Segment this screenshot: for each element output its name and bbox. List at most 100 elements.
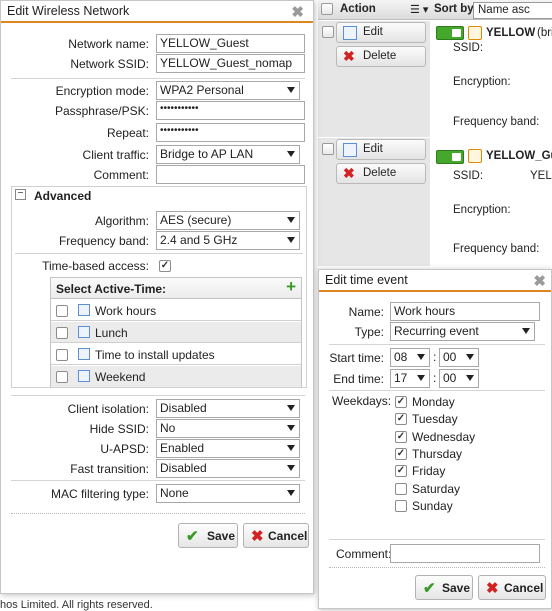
collapse-icon[interactable]: − xyxy=(15,189,26,200)
edit-icon[interactable] xyxy=(78,370,90,382)
select-all-checkbox[interactable] xyxy=(321,3,333,15)
weekday-label: Monday xyxy=(412,395,455,409)
weekday-checkbox[interactable] xyxy=(395,465,407,478)
divider xyxy=(329,567,545,568)
network-mode: (bri xyxy=(537,27,552,39)
edit-wireless-network-dialog: Edit Wireless Network ✖ Network name: YE… xyxy=(0,0,314,594)
list-item[interactable]: Weekend xyxy=(51,366,301,387)
item-checkbox[interactable] xyxy=(56,305,68,317)
end-hour-select[interactable]: 17 xyxy=(390,369,430,388)
frequency-label: Frequency band: xyxy=(453,243,540,255)
frequency-band-select[interactable]: 2.4 and 5 GHz xyxy=(156,231,300,250)
edit-icon[interactable] xyxy=(78,348,90,360)
network-ssid-label: Network SSID: xyxy=(70,57,149,71)
edit-time-event-dialog: Edit time event ✖ Name: Work hours Type:… xyxy=(318,269,552,609)
uapsd-label: U-APSD: xyxy=(100,442,149,456)
weekday-checkbox[interactable] xyxy=(395,430,407,443)
sort-by-label: Sort by: xyxy=(434,3,478,15)
event-comment-label: Comment: xyxy=(336,547,392,561)
client-traffic-label: Client traffic: xyxy=(82,148,149,162)
item-checkbox[interactable] xyxy=(56,349,68,361)
chevron-down-icon xyxy=(287,445,295,451)
item-checkbox[interactable] xyxy=(56,371,68,383)
hide-ssid-value: No xyxy=(160,421,176,435)
edit-icon[interactable] xyxy=(78,304,90,316)
sort-select-value: Name asc xyxy=(478,4,530,16)
weekday-checkbox[interactable] xyxy=(395,482,407,495)
encryption-mode-select[interactable]: WPA2 Personal xyxy=(156,81,300,100)
time-based-access-checkbox[interactable] xyxy=(159,260,171,272)
chevron-down-icon xyxy=(287,151,295,157)
cancel-button[interactable]: ✖ Cancel xyxy=(243,523,309,548)
fast-transition-label: Fast transition: xyxy=(70,462,149,476)
start-minute-value: 00 xyxy=(443,350,457,364)
repeat-label: Repeat: xyxy=(106,126,149,140)
delete-button[interactable]: ✖ Delete xyxy=(336,163,426,184)
repeat-passphrase-input[interactable]: ••••••••••• xyxy=(156,123,305,142)
event-name-input[interactable]: Work hours xyxy=(390,302,540,321)
cancel-button[interactable]: ✖ Cancel xyxy=(478,575,546,600)
network-name: YELLOW_Gu xyxy=(486,150,552,162)
row-checkbox[interactable] xyxy=(322,143,334,155)
event-comment-input[interactable] xyxy=(390,544,540,563)
start-minute-select[interactable]: 00 xyxy=(439,348,479,367)
end-minute-select[interactable]: 00 xyxy=(439,369,479,388)
event-type-select[interactable]: Recurring event xyxy=(390,322,535,341)
network-name-input[interactable]: YELLOW_Guest xyxy=(156,34,305,53)
enable-toggle[interactable] xyxy=(436,150,464,164)
frequency-band-value: 2.4 and 5 GHz xyxy=(160,233,238,247)
algorithm-value: AES (secure) xyxy=(160,213,232,227)
mac-filtering-value: None xyxy=(160,486,189,500)
edit-button[interactable]: Edit xyxy=(336,139,426,160)
sort-select[interactable]: Name asc xyxy=(473,2,552,19)
enable-toggle[interactable] xyxy=(436,26,464,40)
mac-filtering-select[interactable]: None xyxy=(156,484,300,503)
close-icon[interactable]: ✖ xyxy=(533,272,546,290)
divider xyxy=(329,344,545,345)
start-hour-select[interactable]: 08 xyxy=(390,348,430,367)
chevron-down-icon xyxy=(522,328,530,334)
hide-ssid-select[interactable]: No xyxy=(156,419,300,438)
item-checkbox[interactable] xyxy=(56,327,68,339)
fast-transition-select[interactable]: Disabled xyxy=(156,459,300,478)
list-item[interactable]: Work hours xyxy=(51,300,301,321)
delete-icon: ✖ xyxy=(343,165,355,181)
edit-icon xyxy=(343,143,357,157)
weekday-checkbox[interactable] xyxy=(395,499,407,512)
algorithm-select[interactable]: AES (secure) xyxy=(156,211,300,230)
encryption-mode-label: Encryption mode: xyxy=(55,84,149,98)
network-name: YELLOW xyxy=(486,27,536,39)
dialog-title: Edit time event xyxy=(325,273,408,287)
encryption-label: Encryption: xyxy=(453,76,511,88)
weekday-checkbox[interactable] xyxy=(395,447,407,460)
client-isolation-select[interactable]: Disabled xyxy=(156,399,300,418)
frequency-label: Frequency band: xyxy=(453,116,540,128)
edit-icon xyxy=(343,26,357,40)
encryption-mode-value: WPA2 Personal xyxy=(160,83,244,97)
passphrase-input[interactable]: ••••••••••• xyxy=(156,101,305,120)
client-isolation-value: Disabled xyxy=(160,401,207,415)
list-item[interactable]: Time to install updates xyxy=(51,344,301,365)
comment-input[interactable] xyxy=(156,165,305,184)
dialog-title-bar: Edit time event ✖ xyxy=(319,270,551,292)
edit-icon[interactable] xyxy=(78,326,90,338)
column-menu-icon[interactable]: ☰ ▾ xyxy=(410,3,428,16)
client-traffic-select[interactable]: Bridge to AP LAN xyxy=(156,145,300,164)
active-time-title: Select Active-Time: xyxy=(56,282,167,296)
save-button[interactable]: ✔ Save xyxy=(178,523,238,548)
close-icon[interactable]: ✖ xyxy=(291,3,304,21)
save-button[interactable]: ✔ Save xyxy=(415,575,473,600)
ssid-label: SSID: xyxy=(453,42,484,54)
row-checkbox[interactable] xyxy=(322,26,334,38)
list-item[interactable]: Lunch xyxy=(51,322,301,343)
network-ssid-input[interactable]: YELLOW_Guest_nomap xyxy=(156,54,305,73)
active-time-item-label: Time to install updates xyxy=(95,348,215,362)
weekday-checkbox[interactable] xyxy=(395,396,407,408)
delete-button[interactable]: ✖ Delete xyxy=(336,46,426,67)
uapsd-select[interactable]: Enabled xyxy=(156,439,300,458)
active-time-header: Select Active-Time: + xyxy=(51,277,301,299)
cancel-button-label: Cancel xyxy=(504,581,544,595)
weekday-checkbox[interactable] xyxy=(395,413,407,426)
edit-button[interactable]: Edit xyxy=(336,22,426,43)
add-icon[interactable]: + xyxy=(286,277,296,297)
